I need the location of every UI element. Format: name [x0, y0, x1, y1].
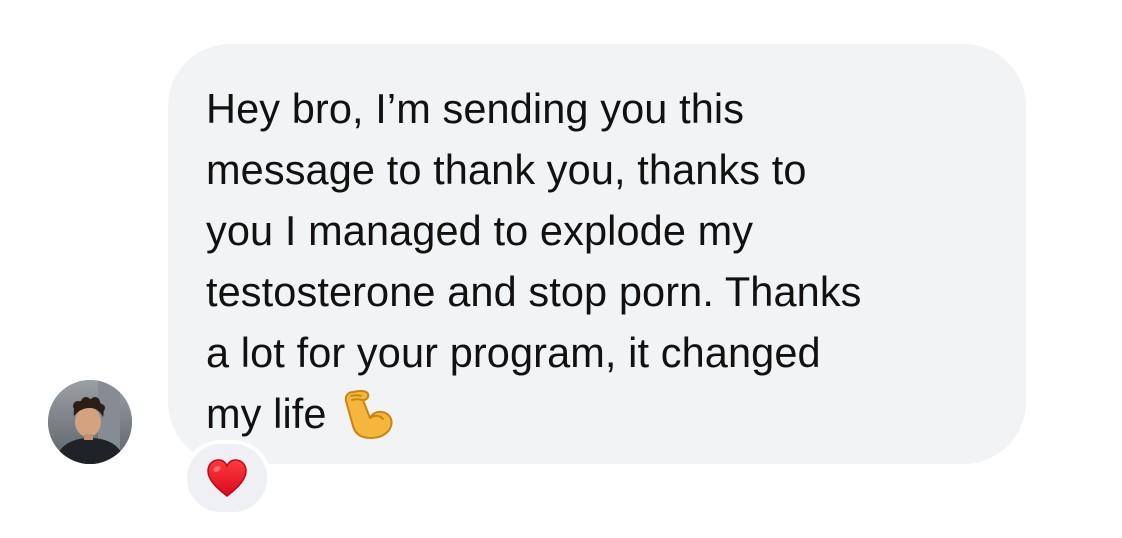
red-heart-icon [207, 459, 247, 498]
flexed-biceps-icon [339, 386, 395, 458]
reaction-badge[interactable] [183, 440, 271, 516]
sender-avatar[interactable] [48, 380, 132, 464]
message-last-line: my life [206, 383, 996, 458]
message-text: Hey bro, I’m sending you this message to… [206, 78, 996, 458]
message-bubble[interactable]: Hey bro, I’m sending you this message to… [168, 44, 1026, 464]
message-line: you I managed to explode my [206, 207, 754, 254]
message-line: Hey bro, I’m sending you this [206, 85, 745, 132]
message-line: message to thank you, thanks to [206, 146, 807, 193]
profile-photo-icon [48, 380, 132, 464]
message-line: my life [206, 390, 327, 437]
message-line: testosterone and stop porn. Thanks [206, 268, 862, 315]
message-line: a lot for your program, it changed [206, 329, 821, 376]
